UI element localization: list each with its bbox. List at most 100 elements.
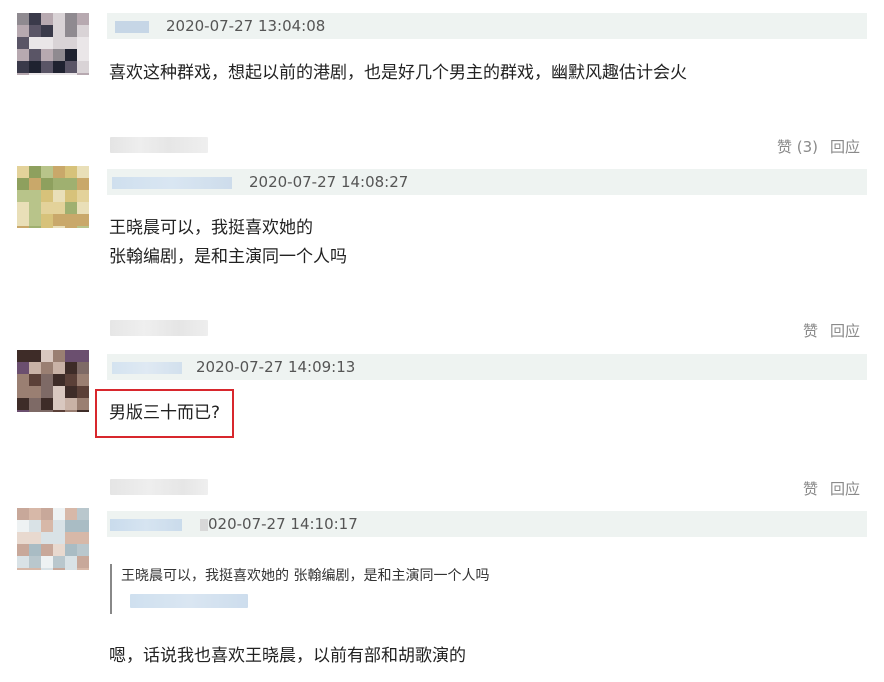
reply-button[interactable]: 回应 [830, 322, 860, 340]
avatar-mosaic-pixel [41, 374, 53, 386]
avatar-mosaic-pixel [77, 568, 89, 570]
comment-text: 喜欢这种群戏，想起以前的港剧，也是好几个男主的群戏，幽默风趣估计会火 [109, 63, 687, 83]
avatar-mosaic-pixel [53, 166, 65, 178]
avatar-mosaic-pixel [53, 226, 65, 228]
username-blurred[interactable] [110, 137, 208, 153]
avatar-mosaic-pixel [41, 508, 53, 520]
avatar-mosaic-pixel [77, 350, 89, 362]
username-blurred[interactable] [110, 479, 208, 495]
avatar-mosaic-pixel [41, 178, 53, 190]
comment-timestamp: 2020-07-27 13:04:08 [166, 17, 326, 35]
avatar[interactable] [17, 508, 89, 570]
avatar-mosaic-pixel [53, 13, 65, 25]
avatar-mosaic-pixel [77, 25, 89, 37]
avatar-mosaic-pixel [41, 544, 53, 556]
avatar-mosaic-pixel [53, 37, 65, 49]
avatar-mosaic-pixel [53, 362, 65, 374]
avatar-mosaic-pixel [17, 73, 29, 75]
avatar-mosaic-pixel [17, 350, 29, 362]
avatar-mosaic-pixel [29, 508, 41, 520]
avatar-mosaic-pixel [41, 61, 53, 73]
reply-button[interactable]: 回应 [830, 480, 860, 498]
avatar-mosaic-pixel [53, 214, 65, 226]
avatar-mosaic-pixel [41, 25, 53, 37]
avatar-mosaic-pixel [65, 350, 77, 362]
username-blurred[interactable] [112, 362, 182, 374]
avatar-mosaic-pixel [17, 226, 29, 228]
avatar-mosaic-pixel [53, 25, 65, 37]
comment-text: 王晓晨可以，我挺喜欢她的 [109, 218, 313, 238]
avatar[interactable] [17, 166, 89, 228]
avatar-mosaic-pixel [29, 374, 41, 386]
avatar-mosaic-pixel [29, 532, 41, 544]
comment-text: 嗯，话说我也喜欢王晓晨，以前有部和胡歌演的 [109, 646, 466, 666]
avatar-mosaic-pixel [53, 410, 65, 412]
avatar-mosaic-pixel [77, 214, 89, 226]
avatar-mosaic-pixel [29, 350, 41, 362]
avatar-mosaic-pixel [65, 166, 77, 178]
avatar-mosaic-pixel [77, 61, 89, 73]
avatar-mosaic-pixel [17, 202, 29, 214]
comment-timestamp: 2020-07-27 14:08:27 [249, 173, 409, 191]
avatar-mosaic-pixel [41, 520, 53, 532]
avatar-mosaic-pixel [29, 190, 41, 202]
avatar-mosaic-pixel [17, 556, 29, 568]
avatar-mosaic-pixel [41, 13, 53, 25]
avatar-mosaic-pixel [29, 398, 41, 410]
username-blurred[interactable] [110, 519, 182, 531]
avatar-mosaic-pixel [17, 61, 29, 73]
comment-meta-bar: 2020-07-27 13:04:08 [107, 13, 867, 39]
avatar-mosaic-pixel [65, 226, 77, 228]
avatar-mosaic-pixel [77, 520, 89, 532]
avatar-mosaic-pixel [17, 568, 29, 570]
username-blurred[interactable] [200, 519, 208, 531]
avatar-mosaic-pixel [29, 520, 41, 532]
avatar-mosaic-pixel [53, 508, 65, 520]
avatar[interactable] [17, 13, 89, 75]
avatar-mosaic-pixel [53, 374, 65, 386]
avatar-mosaic-pixel [77, 508, 89, 520]
avatar-mosaic-pixel [53, 520, 65, 532]
username-blurred[interactable] [110, 320, 208, 336]
like-button[interactable]: 赞 [803, 480, 818, 498]
avatar-mosaic-pixel [53, 386, 65, 398]
avatar-mosaic-pixel [41, 49, 53, 61]
avatar-mosaic-pixel [77, 398, 89, 410]
avatar-mosaic-pixel [53, 532, 65, 544]
avatar[interactable] [17, 350, 89, 412]
avatar-mosaic-pixel [53, 190, 65, 202]
avatar-mosaic-pixel [29, 25, 41, 37]
username-blurred[interactable] [112, 177, 232, 189]
avatar-mosaic-pixel [65, 214, 77, 226]
like-button[interactable]: 赞 (3) [777, 138, 818, 156]
avatar-mosaic-pixel [77, 13, 89, 25]
avatar-mosaic-pixel [29, 556, 41, 568]
reply-button[interactable]: 回应 [830, 138, 860, 156]
avatar-mosaic-pixel [77, 374, 89, 386]
avatar-mosaic-pixel [17, 508, 29, 520]
quoted-text: 王晓晨可以，我挺喜欢她的 张翰编剧，是和主演同一个人吗 [121, 568, 490, 584]
like-button[interactable]: 赞 [803, 322, 818, 340]
avatar-mosaic-pixel [41, 410, 53, 412]
avatar-mosaic-pixel [77, 73, 89, 75]
avatar-mosaic-pixel [17, 520, 29, 532]
avatar-mosaic-pixel [17, 25, 29, 37]
avatar-mosaic-pixel [53, 202, 65, 214]
avatar-mosaic-pixel [17, 13, 29, 25]
avatar-mosaic-pixel [65, 49, 77, 61]
avatar-mosaic-pixel [41, 214, 53, 226]
avatar-mosaic-pixel [53, 544, 65, 556]
avatar-mosaic-pixel [29, 544, 41, 556]
avatar-mosaic-pixel [41, 532, 53, 544]
quoted-username-blurred[interactable] [130, 594, 248, 608]
avatar-mosaic-pixel [29, 61, 41, 73]
avatar-mosaic-pixel [41, 362, 53, 374]
avatar-mosaic-pixel [65, 398, 77, 410]
avatar-mosaic-pixel [41, 37, 53, 49]
avatar-mosaic-pixel [77, 386, 89, 398]
avatar-mosaic-pixel [65, 532, 77, 544]
avatar-mosaic-pixel [65, 508, 77, 520]
username-blurred[interactable] [115, 21, 149, 33]
quoted-reply: 王晓晨可以，我挺喜欢她的 张翰编剧，是和主演同一个人吗 [110, 564, 612, 614]
avatar-mosaic-pixel [17, 49, 29, 61]
